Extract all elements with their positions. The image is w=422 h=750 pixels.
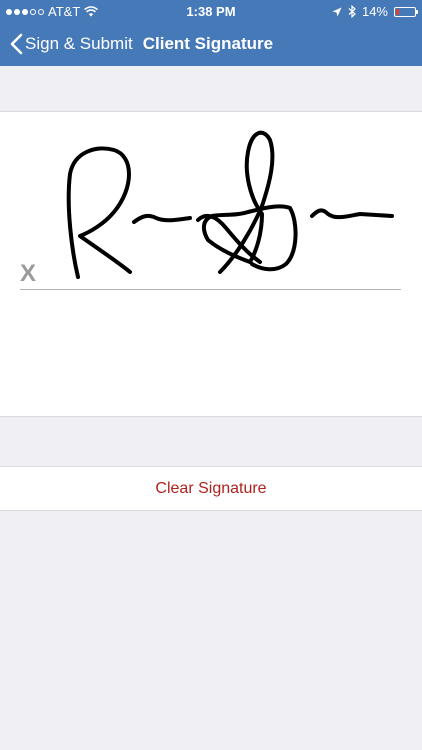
battery-tip [416,9,418,14]
clear-signature-button[interactable]: Clear Signature [0,466,422,511]
navigation-bar: Sign & Submit Client Signature [0,22,422,66]
location-arrow-icon [332,7,342,16]
clear-signature-label: Clear Signature [155,479,267,497]
back-button[interactable]: Sign & Submit [10,33,133,55]
top-bar: AT&T 1:38 PM 14% Sign & Submit Client Si… [0,0,422,66]
battery-icon [394,6,418,17]
battery-percent: 14% [361,4,388,19]
bluetooth-icon [348,5,356,18]
signature-stroke [66,130,394,279]
signature-line [20,289,401,290]
status-bar: AT&T 1:38 PM 14% [0,0,422,22]
back-label: Sign & Submit [25,34,133,53]
battery-level-fill [396,8,399,15]
page-title: Client Signature [142,34,274,53]
signature-x-mark: X [20,260,37,287]
signature-pad[interactable]: X [0,111,422,417]
status-right: 14% [332,4,418,19]
chevron-left-icon [10,33,23,55]
